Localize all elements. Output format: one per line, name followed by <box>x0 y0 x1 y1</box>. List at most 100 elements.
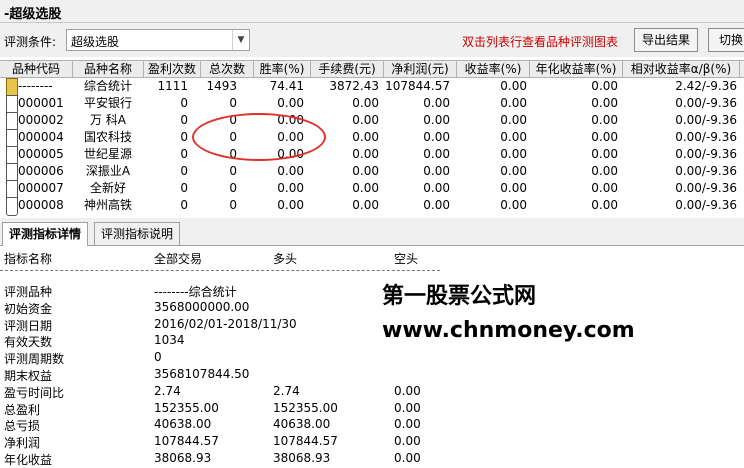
export-button[interactable]: 导出结果 <box>634 28 698 52</box>
table-cell: 0 <box>180 147 188 161</box>
detail-panel: 指标名称 全部交易 多头 空头 评测品种 --------综合统计初始资金 3568… <box>0 246 744 467</box>
table-cell: 0.00/-9.36 <box>675 181 737 195</box>
table-cell: 0 <box>229 147 237 161</box>
chevron-down-icon[interactable]: ▼ <box>232 30 249 50</box>
col-code[interactable]: 品种代码 <box>0 61 73 77</box>
detail-cell: 0.00 <box>394 451 421 465</box>
table-cell: 0 <box>229 96 237 110</box>
detail-cell: 盈亏时间比 <box>4 385 65 400</box>
col-win-rate[interactable]: 胜率(%) <box>254 61 311 77</box>
table-cell: -------- <box>18 79 53 93</box>
table-cell: 0.00 <box>352 130 379 144</box>
detail-cell: 初始资金 <box>4 301 53 316</box>
col-relative-return[interactable]: 相对收益率α/β(%) <box>623 61 740 77</box>
title-bar: -超级选股 <box>0 0 744 23</box>
detail-cell: 2.74 <box>154 383 181 398</box>
table-row[interactable]: 000006 深振业A 0 0 0.00 0.00 0.00 0.00 0.00 0.00/-9.… <box>0 163 744 182</box>
table-cell: 0 <box>229 113 237 127</box>
switch-button[interactable]: 切换 <box>708 28 744 52</box>
table-cell: 000008 <box>18 198 64 212</box>
table-cell: 0 <box>180 113 188 127</box>
detail-col-long: 多头 <box>273 252 298 266</box>
table-cell: 0.00 <box>591 130 618 144</box>
table-cell: 0 <box>180 164 188 178</box>
table-cell: 0.00 <box>277 130 304 144</box>
table-row[interactable]: 000008 神州高铁 0 0 0.00 0.00 0.00 0.00 0.00 0.00/-9.… <box>0 197 744 216</box>
col-name[interactable]: 品种名称 <box>73 61 144 77</box>
table-cell: 0 <box>180 96 188 110</box>
table-row[interactable]: 000002 万 科A 0 0 0.00 0.00 0.00 0.00 0.00 0.00/-9.… <box>0 112 744 131</box>
table-cell: 0 <box>229 198 237 212</box>
table-cell: 0.00 <box>277 181 304 195</box>
detail-col-all: 全部交易 <box>154 252 203 266</box>
table-cell: 0.00 <box>591 79 618 93</box>
table-cell: 000007 <box>18 181 64 195</box>
table-header: 品种代码 品种名称 盈利次数 总次数 胜率(%) 手续费(元) 净利润(元) 收… <box>0 61 744 78</box>
table-cell: 0.00 <box>352 181 379 195</box>
detail-divider <box>0 270 440 271</box>
tab-detail[interactable]: 评测指标详情 <box>2 222 89 246</box>
table-cell: 国农科技 <box>83 130 132 144</box>
detail-cell: 2.74 <box>273 383 300 398</box>
table-cell: 0.00 <box>277 198 304 212</box>
watermark-url: www.chnmoney.com <box>382 318 635 343</box>
col-annual-return[interactable]: 年化收益率(%) <box>530 61 623 77</box>
table-cell: 000005 <box>18 147 64 161</box>
detail-cell: 3568000000.00 <box>154 299 250 314</box>
table-cell: 0.00 <box>423 96 450 110</box>
condition-select[interactable]: 超级选股 ▼ <box>66 29 250 51</box>
detail-cell: 有效天数 <box>4 335 53 350</box>
detail-cell: 0 <box>154 350 162 365</box>
table-row[interactable]: 000007 全新好 0 0 0.00 0.00 0.00 0.00 0.00 0.00/-9.3… <box>0 180 744 199</box>
detail-cell: 107844.57 <box>273 434 338 449</box>
detail-cell: 38068.93 <box>273 451 331 465</box>
table-cell: 神州高铁 <box>83 198 132 212</box>
table-cell: 0.00 <box>500 147 527 161</box>
detail-cell: 评测周期数 <box>4 352 65 367</box>
detail-cell: 107844.57 <box>154 434 219 449</box>
table-cell: 0.00/-9.36 <box>675 164 737 178</box>
detail-cell: 152355.00 <box>154 400 219 415</box>
detail-cell: 总亏损 <box>4 419 41 434</box>
table-cell: 0.00 <box>423 198 450 212</box>
table-cell: 0.00 <box>277 164 304 178</box>
table-cell: 0.00 <box>352 147 379 161</box>
hint-text: 双击列表行查看品种评测图表 <box>462 35 619 49</box>
condition-label: 评测条件: <box>4 35 57 49</box>
detail-cell: 0.00 <box>394 417 421 432</box>
table-row[interactable]: 000005 世纪星源 0 0 0.00 0.00 0.00 0.00 0.00 0.00/-9.… <box>0 146 744 165</box>
col-total-count[interactable]: 总次数 <box>201 61 254 77</box>
detail-cell: --------综合统计 <box>154 285 237 299</box>
detail-cell: 3568107844.50 <box>154 367 250 381</box>
table-row[interactable]: -------- 综合统计 1111 1493 74.41 3872.43 107844.5… <box>0 78 744 97</box>
detail-cell: 期末权益 <box>4 369 53 383</box>
table-cell: 0 <box>180 130 188 144</box>
tab-explanation[interactable]: 评测指标说明 <box>94 222 181 245</box>
table-cell: 平安银行 <box>83 96 132 110</box>
detail-col-short: 空头 <box>394 252 419 266</box>
table-cell: 0.00 <box>352 113 379 127</box>
table-cell: 0.00 <box>352 164 379 178</box>
table-cell: 000001 <box>18 96 64 110</box>
detail-cell: 评测品种 <box>4 285 53 299</box>
table-cell: 世纪星源 <box>83 147 132 161</box>
col-win-count[interactable]: 盈利次数 <box>144 61 201 77</box>
table-cell: 000002 <box>18 113 64 127</box>
table-cell: 0.00 <box>352 96 379 110</box>
table-row[interactable]: 000004 国农科技 0 0 0.00 0.00 0.00 0.00 0.00 0.00/-9.… <box>0 129 744 148</box>
table-cell: 0.00 <box>500 130 527 144</box>
table-cell: 0.00/-9.36 <box>675 130 737 144</box>
result-table[interactable]: 品种代码 品种名称 盈利次数 总次数 胜率(%) 手续费(元) 净利润(元) 收… <box>0 60 744 217</box>
detail-cell: 0.00 <box>394 400 421 415</box>
col-fee[interactable]: 手续费(元) <box>311 61 384 77</box>
table-cell: 0.00/-9.36 <box>675 198 737 212</box>
detail-col-indicator: 指标名称 <box>4 252 53 266</box>
col-net-profit[interactable]: 净利润(元) <box>384 61 457 77</box>
table-cell: 0.00 <box>591 164 618 178</box>
table-cell: 0.00 <box>277 147 304 161</box>
table-cell: 全新好 <box>89 181 126 195</box>
table-row[interactable]: 000001 平安银行 0 0 0.00 0.00 0.00 0.00 0.00 0.00/-9.… <box>0 95 744 114</box>
table-cell: 0 <box>229 130 237 144</box>
col-return[interactable]: 收益率(%) <box>457 61 530 77</box>
tab-strip: 评测指标详情 评测指标说明 <box>0 218 744 246</box>
